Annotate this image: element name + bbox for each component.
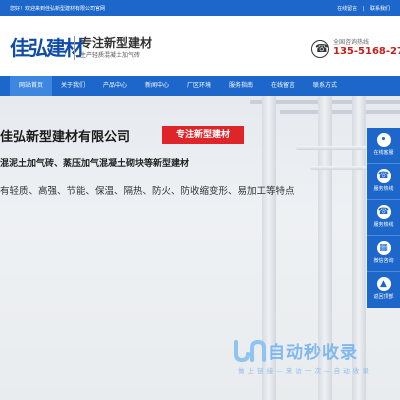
logo-text: 佳弘建材	[10, 36, 84, 60]
side-item-online-service[interactable]: • 在线客服	[367, 128, 400, 164]
side-item-hotline[interactable]: ☎ 服务热线	[367, 200, 400, 236]
top-link-contact[interactable]: 联系我们	[370, 6, 390, 12]
main-nav: 网站首页 关于我们 产品中心 新闻中心 厂区环境 服务指南 在线留言 联系方式	[0, 76, 400, 96]
slogan-sub: 生产轻质混凝土加气砖	[80, 52, 141, 59]
top-bar: 您好！欢迎来到佳弘新型建材有限公司官网 在线留言 | 联系我们	[0, 0, 400, 16]
chat-icon: •	[376, 133, 391, 147]
hotline-label: 全国咨询热线	[333, 39, 370, 46]
qrcode-icon: ▦	[376, 241, 391, 255]
phone-icon	[311, 40, 329, 58]
nav-item-about[interactable]: 关于我们	[52, 76, 94, 96]
ceiling-beam	[280, 110, 400, 114]
side-item-back-to-top[interactable]: ▲ 返回顶部	[367, 272, 400, 308]
side-float-widget: • 在线客服 ☎ 服务热线 ☎ 服务热线 ▦ 微信咨询 ▲ 返回顶部	[367, 128, 400, 308]
phone-icon: ☎	[376, 169, 391, 183]
header: 佳弘建材 专注新型建材 生产轻质混凝土加气砖 全国咨询热线 135-5168-2…	[0, 16, 400, 76]
slogan-main: 专注新型建材	[80, 36, 153, 50]
banner-badge: 专注新型建材	[162, 126, 244, 144]
phone-icon: ☎	[376, 205, 391, 219]
side-item-wechat[interactable]: ▦ 微信咨询	[367, 236, 400, 272]
arrow-up-icon: ▲	[376, 277, 391, 291]
nav-item-news[interactable]: 新闻中心	[136, 76, 178, 96]
top-link-message[interactable]: 在线留言	[337, 6, 357, 12]
hotline-number[interactable]: 135-5168-2768	[333, 46, 400, 57]
banner-company-name: 佳弘新型建材有限公司	[0, 130, 131, 145]
top-links: 在线留言 | 联系我们	[333, 5, 390, 12]
welcome-text: 您好！欢迎来到佳弘新型建材有限公司官网	[10, 6, 106, 12]
watermark-title: 自动秒收录	[268, 343, 358, 363]
top-link-divider: |	[362, 6, 365, 12]
nav-item-factory[interactable]: 厂区环境	[178, 76, 220, 96]
nav-item-service[interactable]: 服务指南	[220, 76, 262, 96]
watermark-subtitle: 做 上 链 接 — 来 访 一 次 — 自 动 收 录	[238, 367, 370, 375]
side-item-hotline[interactable]: ☎ 服务热线	[367, 164, 400, 200]
nav-item-home[interactable]: 网站首页	[10, 76, 52, 96]
watermark-logo-icon	[234, 339, 266, 362]
nav-item-message[interactable]: 在线留言	[262, 76, 304, 96]
header-divider	[74, 36, 75, 60]
nav-item-contact[interactable]: 联系方式	[304, 76, 346, 96]
page: 您好！欢迎来到佳弘新型建材有限公司官网 在线留言 | 联系我们 佳弘建材 专注新…	[0, 0, 400, 400]
logo[interactable]: 佳弘建材	[10, 32, 84, 62]
banner-products-line: 混泥土加气砖、蒸压加气混凝土砌块等新型建材	[0, 159, 190, 169]
nav-item-products[interactable]: 产品中心	[94, 76, 136, 96]
banner-features-line: 有轻质、高强、节能、保温、隔热、防火、防收缩变形、易加工等特点	[0, 186, 295, 197]
